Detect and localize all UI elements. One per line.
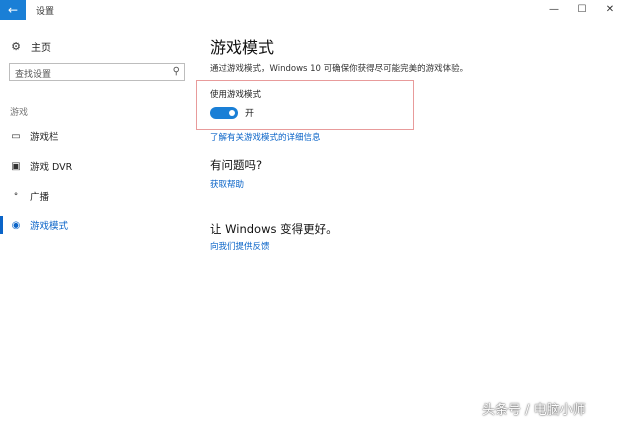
game-mode-icon: ◉ (11, 219, 21, 231)
minimize-button[interactable]: — (540, 2, 568, 18)
toggle-label: 使用游戏模式 (210, 90, 262, 100)
sidebar-item-broadcast[interactable]: ᐤ 广播 (0, 187, 196, 205)
page-description: 通过游戏模式，Windows 10 可确保你获得尽可能完美的游戏体验。 (210, 64, 469, 74)
game-bar-icon: ▭ (11, 130, 21, 142)
game-dvr-icon: ▣ (11, 160, 21, 172)
sidebar-item-label: 游戏栏 (30, 132, 59, 143)
game-mode-toggle[interactable] (210, 107, 238, 119)
learn-more-link[interactable]: 了解有关游戏模式的详细信息 (210, 131, 321, 143)
get-help-link[interactable]: 获取帮助 (210, 178, 244, 190)
give-feedback-link[interactable]: 向我们提供反馈 (210, 240, 270, 252)
broadcast-icon: ᐤ (14, 190, 18, 202)
back-button[interactable]: ← (0, 0, 26, 20)
gear-icon: ⚙ (11, 39, 21, 53)
improve-windows-heading: 让 Windows 变得更好。 (210, 222, 338, 236)
close-button[interactable]: ✕ (596, 2, 623, 18)
sidebar-item-label: 游戏 DVR (30, 162, 73, 173)
title-bar: ← 设置 — ☐ ✕ (0, 0, 623, 20)
sidebar-item-label: 游戏模式 (30, 221, 69, 232)
sidebar-item-label: 广播 (30, 192, 50, 203)
minimize-icon: — (549, 4, 559, 15)
sidebar: ⚙ 主页 查找设置 ⚲ 游戏 ▭ 游戏栏 ▣ 游戏 DVR ᐤ 广播 ◉ 游戏模… (0, 20, 196, 424)
toggle-state-label: 开 (245, 109, 255, 119)
search-input[interactable]: 查找设置 ⚲ (9, 63, 185, 81)
section-label-gaming: 游戏 (10, 108, 29, 118)
maximize-icon: ☐ (577, 4, 587, 15)
active-indicator (0, 216, 3, 234)
back-arrow-icon: ← (7, 3, 19, 17)
sidebar-item-game-bar[interactable]: ▭ 游戏栏 (0, 127, 196, 145)
maximize-button[interactable]: ☐ (568, 2, 596, 18)
search-icon[interactable]: ⚲ (173, 66, 180, 77)
question-heading: 有问题吗? (210, 158, 263, 172)
watermark: 头条号 / 电脑小师 (482, 403, 586, 418)
sidebar-item-game-mode[interactable]: ◉ 游戏模式 (0, 216, 196, 234)
toggle-knob (229, 110, 235, 116)
search-placeholder: 查找设置 (15, 70, 52, 80)
sidebar-item-home[interactable]: ⚙ 主页 (10, 38, 51, 54)
sidebar-item-game-dvr[interactable]: ▣ 游戏 DVR (0, 157, 196, 175)
home-label: 主页 (31, 42, 51, 54)
close-icon: ✕ (605, 4, 615, 15)
window-title: 设置 (36, 7, 55, 17)
page-title: 游戏模式 (210, 38, 275, 57)
